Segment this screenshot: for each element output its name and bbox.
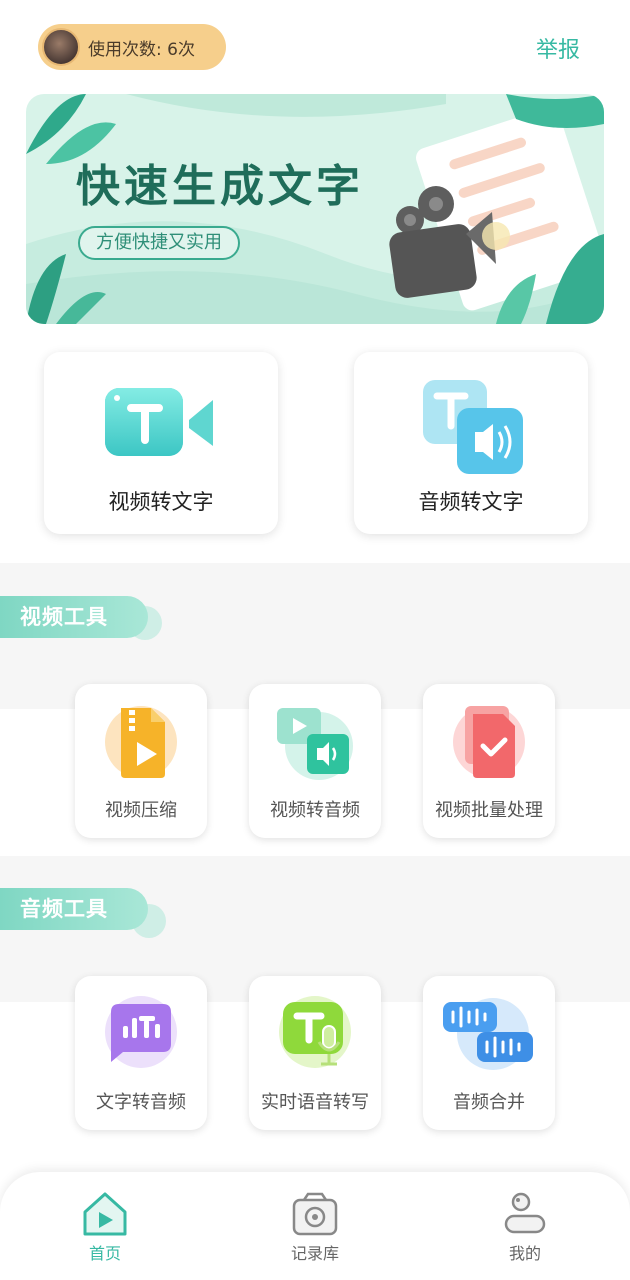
- batch-check-icon: [453, 706, 525, 778]
- video-tools-title: 视频工具: [0, 596, 148, 638]
- archive-icon: [292, 1192, 338, 1236]
- nav-profile[interactable]: 我的: [465, 1188, 585, 1268]
- realtime-transcribe-label: 实时语音转写: [261, 1092, 369, 1113]
- avatar[interactable]: [42, 28, 80, 66]
- mic-text-icon: [279, 996, 351, 1068]
- video-batch-label: 视频批量处理: [435, 800, 543, 821]
- text-audio-icon: [105, 996, 177, 1068]
- video-batch-tile[interactable]: 视频批量处理: [423, 684, 555, 838]
- nav-home-label: 首页: [88, 1244, 121, 1263]
- audio-merge-label: 音频合并: [453, 1092, 525, 1113]
- video-compress-tile[interactable]: 视频压缩: [75, 684, 207, 838]
- report-link[interactable]: 举报: [536, 32, 580, 64]
- audio-merge-tile[interactable]: 音频合并: [423, 976, 555, 1130]
- text-to-audio-label: 文字转音频: [96, 1092, 186, 1113]
- usage-count-pill: 使用次数: 6次: [38, 24, 226, 70]
- video-to-text-card[interactable]: 视频转文字: [44, 352, 278, 534]
- merge-audio-icon: [443, 998, 533, 1070]
- video-to-audio-label: 视频转音频: [270, 800, 360, 821]
- nav-profile-label: 我的: [508, 1244, 541, 1263]
- usage-count-text: 使用次数: 6次: [88, 39, 195, 60]
- realtime-transcribe-tile[interactable]: 实时语音转写: [249, 976, 381, 1130]
- video-to-text-label: 视频转文字: [108, 490, 214, 514]
- text-to-audio-tile[interactable]: 文字转音频: [75, 976, 207, 1130]
- audio-to-text-card[interactable]: 音频转文字: [354, 352, 588, 534]
- zip-video-icon: [105, 706, 177, 778]
- home-icon: [83, 1192, 127, 1236]
- video-to-audio-tile[interactable]: 视频转音频: [249, 684, 381, 838]
- nav-records-label: 记录库: [290, 1244, 339, 1263]
- audio-to-text-label: 音频转文字: [418, 490, 524, 514]
- video-compress-label: 视频压缩: [105, 800, 177, 821]
- audio-tools-title: 音频工具: [0, 888, 148, 930]
- nav-home[interactable]: 首页: [45, 1188, 165, 1268]
- audio-to-text-icon: [423, 380, 523, 474]
- banner-title: 快速生成文字: [76, 161, 364, 212]
- nav-records[interactable]: 记录库: [255, 1188, 375, 1268]
- video-audio-icon: [277, 708, 353, 780]
- video-to-text-icon: [105, 388, 213, 456]
- banner-subtitle: 方便快捷又实用: [78, 226, 240, 260]
- promo-banner[interactable]: 快速生成文字 方便快捷又实用: [26, 94, 604, 324]
- profile-icon: [504, 1192, 546, 1234]
